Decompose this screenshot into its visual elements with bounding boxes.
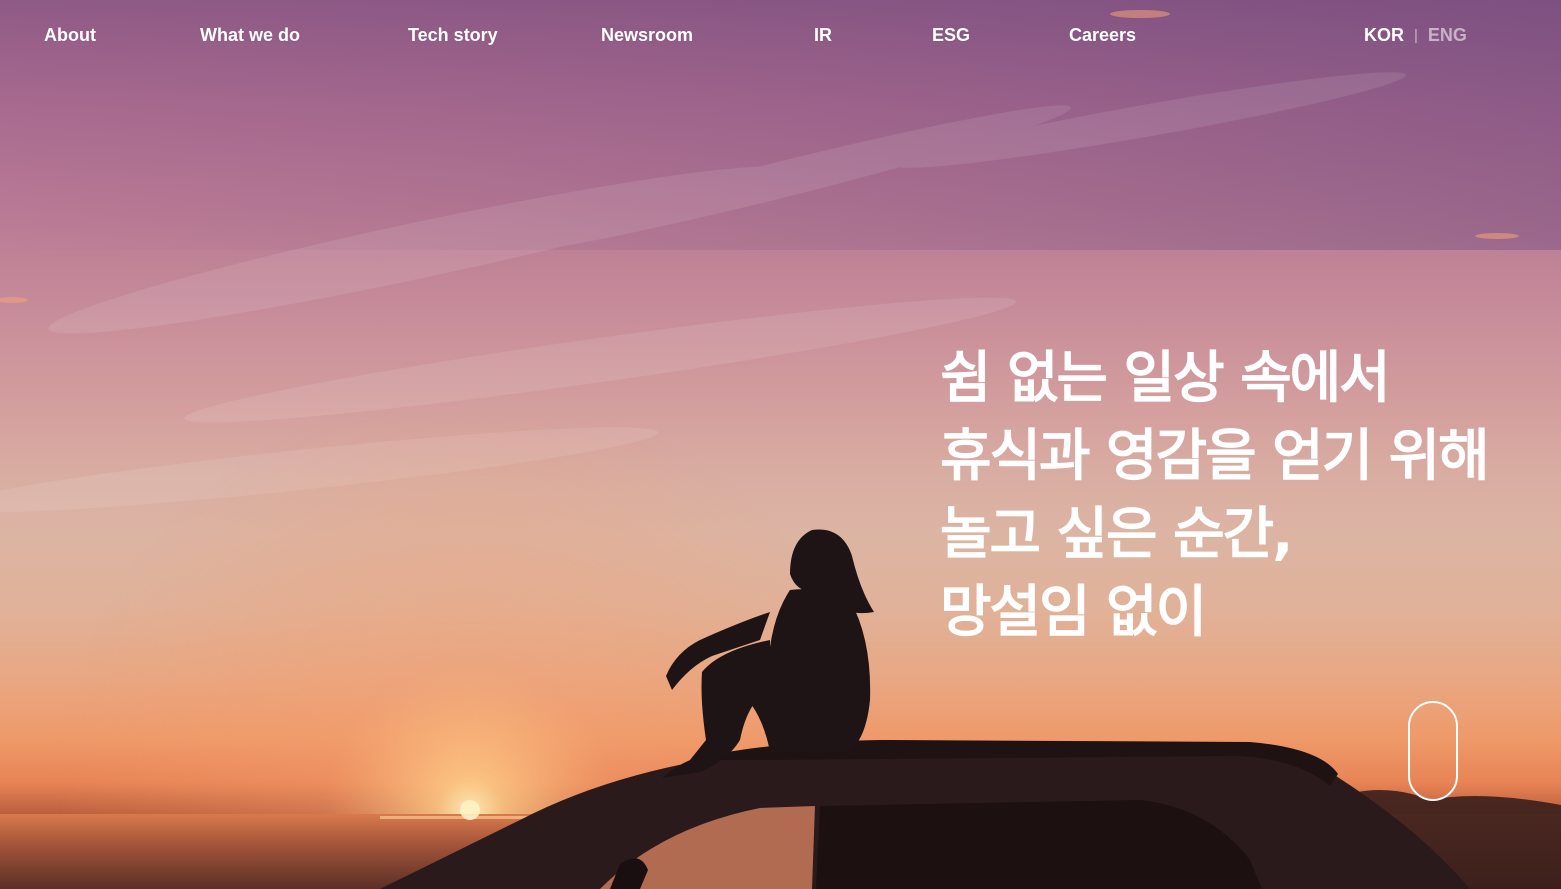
hero-headline: 쉼 없는 일상 속에서 휴식과 영감을 얻기 위해 놀고 싶은 순간, 망설임 … [940,340,1520,652]
headline-line-2: 휴식과 영감을 얻기 위해 [940,424,1490,489]
main-navigation: About What we do Tech story Newsroom IR … [0,22,1561,48]
headline-line-3: 놀고 싶은 순간, [940,502,1293,567]
nav-item-about[interactable]: About [44,22,96,48]
nav-item-newsroom[interactable]: Newsroom [601,22,693,48]
headline-line-1: 쉼 없는 일상 속에서 [940,346,1391,411]
nav-item-esg[interactable]: ESG [932,22,970,48]
language-kor-button[interactable]: KOR [1364,25,1404,45]
language-separator: | [1414,27,1418,44]
nav-item-careers[interactable]: Careers [1069,22,1136,48]
language-eng-button[interactable]: ENG [1428,25,1467,45]
nav-item-tech-story[interactable]: Tech story [408,22,498,48]
nav-item-what-we-do[interactable]: What we do [200,22,300,48]
hero-section: About What we do Tech story Newsroom IR … [0,0,1561,889]
language-switcher: KOR | ENG [1364,22,1467,48]
scroll-down-indicator[interactable] [1408,701,1458,801]
headline-line-4: 망설임 없이 [940,580,1207,645]
nav-item-ir[interactable]: IR [814,22,832,48]
